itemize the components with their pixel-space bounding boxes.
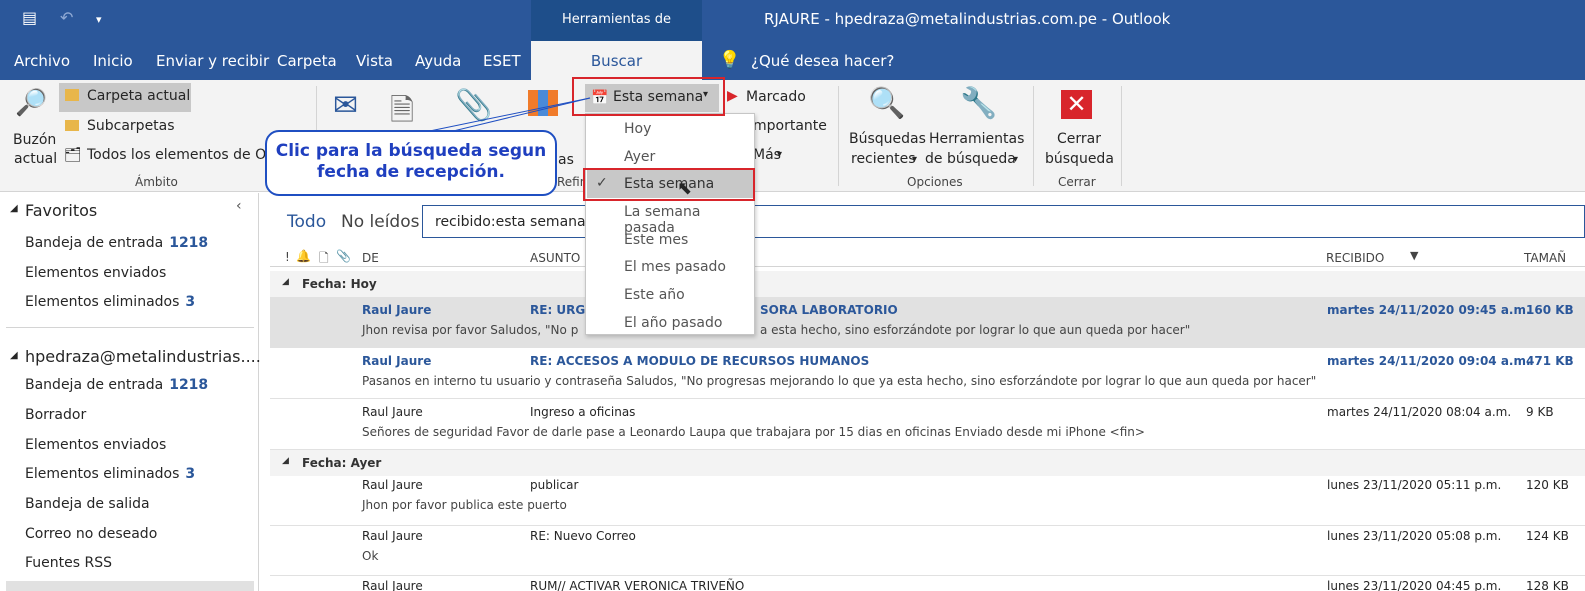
callout-pointer bbox=[419, 97, 591, 134]
annotation-callout: Clic para la búsqueda segun fecha de rec… bbox=[265, 130, 557, 196]
callout-line-2: fecha de recepción. bbox=[317, 162, 505, 182]
callout-line-1: Clic para la búsqueda segun bbox=[275, 141, 547, 161]
